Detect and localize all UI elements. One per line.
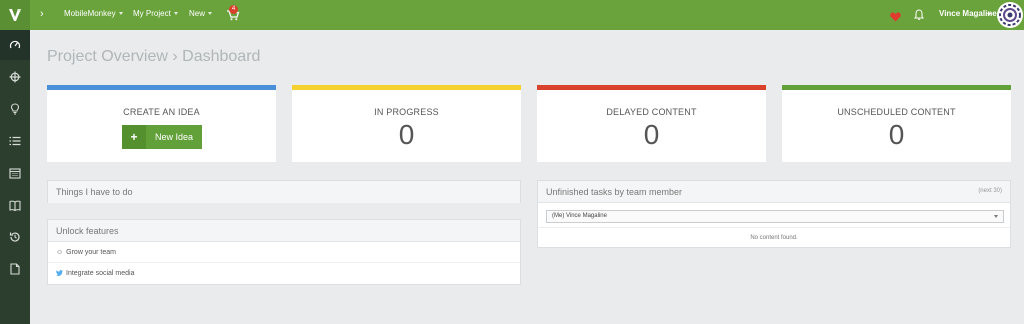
todo-panel-title[interactable]: Things I have to do (48, 181, 520, 203)
sidebar-item-history[interactable] (0, 222, 30, 252)
card-count: 0 (643, 119, 660, 150)
chevron-down-icon[interactable] (987, 13, 991, 16)
book-icon (9, 200, 21, 211)
chevron-down-icon (994, 215, 998, 218)
unlock-features-title: Unlock features (48, 220, 520, 242)
list-icon (9, 136, 21, 146)
list-item-label: Grow your team (66, 249, 116, 256)
sidebar-item-calendar[interactable] (0, 158, 30, 188)
heart-icon[interactable] (890, 9, 901, 27)
sidebar-item-ideas[interactable] (0, 94, 30, 124)
logo-icon[interactable] (0, 0, 30, 30)
sidebar-item-list[interactable] (0, 126, 30, 156)
unlock-features-panel: Unlock features ☺ Grow your team Integra… (47, 219, 521, 285)
document-icon (10, 263, 20, 275)
crosshair-icon (9, 71, 21, 83)
unfinished-tasks-title: Unfinished tasks by team member (546, 187, 683, 197)
empty-state-text: No content found. (750, 235, 798, 241)
card-title: IN PROGRESS (374, 107, 439, 117)
plus-icon: + (122, 125, 146, 149)
nav-my-project[interactable]: My Project (133, 9, 178, 18)
page-title: Project Overview › Dashboard (47, 48, 261, 65)
card-delayed-content[interactable]: DELAYED CONTENT 0 (537, 85, 766, 162)
sidebar (0, 30, 30, 324)
bell-icon[interactable] (914, 8, 924, 26)
sidebar-item-library[interactable] (0, 190, 30, 220)
nav-new[interactable]: New (189, 9, 213, 18)
dashboard-icon (9, 40, 21, 49)
sidebar-item-documents[interactable] (0, 254, 30, 284)
calendar-icon (9, 168, 21, 179)
card-title: CREATE AN IDEA (123, 107, 200, 117)
top-navbar: › MobileMonkey My Project New 4 Vince Ma… (0, 0, 1024, 30)
unfinished-tasks-panel: Unfinished tasks by team member (next 30… (537, 180, 1011, 248)
divider (538, 227, 1010, 228)
history-icon (9, 232, 20, 242)
team-member-select-value: (Me) Vince Magaline (552, 213, 607, 219)
smiley-icon: ☺ (56, 249, 64, 256)
avatar[interactable] (997, 2, 1023, 28)
card-title: DELAYED CONTENT (606, 107, 697, 117)
card-title: UNSCHEDULED CONTENT (837, 107, 956, 117)
sidebar-item-targets[interactable] (0, 62, 30, 92)
card-create-idea: CREATE AN IDEA + New Idea (47, 85, 276, 162)
list-item-integrate-social[interactable]: Integrate social media (48, 263, 520, 284)
tasks-range-label: (next 30) (978, 188, 1002, 194)
card-count: 0 (888, 119, 905, 150)
lightbulb-icon (10, 103, 20, 115)
sidebar-item-dashboard[interactable] (0, 30, 30, 60)
unfinished-tasks-header: Unfinished tasks by team member (next 30… (538, 181, 1010, 203)
card-count: 0 (398, 119, 415, 150)
cart-count-badge: 4 (229, 5, 238, 14)
card-unscheduled-content[interactable]: UNSCHEDULED CONTENT 0 (782, 85, 1011, 162)
card-in-progress[interactable]: IN PROGRESS 0 (292, 85, 521, 162)
list-item-label: Integrate social media (66, 270, 135, 277)
twitter-icon (56, 270, 63, 278)
new-idea-button[interactable]: + New Idea (122, 125, 202, 149)
nav-mobilemonkey[interactable]: MobileMonkey (64, 9, 123, 18)
new-idea-label: New Idea (154, 132, 194, 142)
todo-panel: Things I have to do (47, 180, 521, 203)
chevron-right-icon[interactable]: › (40, 8, 44, 20)
list-item-grow-team[interactable]: ☺ Grow your team (48, 242, 520, 263)
team-member-select[interactable]: (Me) Vince Magaline (546, 210, 1004, 223)
